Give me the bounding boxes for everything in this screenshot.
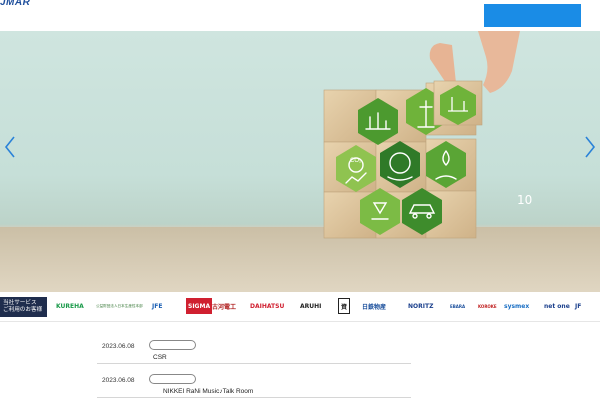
client-logo-jp-foundation[interactable]: 公益財団法人日本生産性本部 — [96, 298, 143, 314]
news-date: 2023.06.08 — [102, 377, 135, 384]
hero-slide-image: CO₂ — [0, 31, 600, 292]
client-logo-nippon-steel[interactable]: 日鉄物産 — [362, 298, 386, 314]
client-logo-aruhi[interactable]: ARUHI — [300, 298, 321, 314]
client-logo-jf[interactable]: JF — [575, 298, 581, 314]
client-logos-strip: 当社サービス ご利用のお客様 KUREHA 公益財団法人日本生産性本部 JFE SIG… — [0, 292, 600, 322]
client-logo-daihatsu[interactable]: DAIHATSU — [250, 298, 284, 314]
hero-carousel: CO₂ 10 — [0, 31, 600, 292]
news-date: 2023.06.08 — [102, 343, 135, 350]
news-item[interactable]: 2023.06.08 NIKKEI RaNi Music♪Talk Room — [97, 367, 411, 398]
news-category-tag — [149, 340, 196, 350]
news-list: 2023.06.08 CSR 2023.06.08 NIKKEI RaNi Mu… — [97, 333, 411, 400]
page: JMAR CO₂ 10 当社サービス ご利用のお客様 KUREHA 公益財団法人… — [0, 0, 600, 400]
client-logo-koroke[interactable]: KOROKE — [478, 298, 497, 314]
client-logo-shiseido-seal[interactable]: 資 — [338, 298, 351, 314]
client-logo-ebara[interactable]: EBARA — [450, 298, 465, 314]
client-logo-sumitomo[interactable]: SIGMA — [186, 298, 213, 314]
client-logo-KUREHA[interactable]: KUREHA — [56, 298, 84, 314]
header-cta-button[interactable] — [484, 4, 581, 27]
carousel-next-arrow-icon[interactable] — [583, 135, 597, 159]
client-logo-furukawa[interactable]: 古河電工 — [212, 298, 236, 314]
news-title: NIKKEI RaNi Music♪Talk Room — [163, 388, 254, 395]
client-logo-jfe[interactable]: JFE — [152, 298, 162, 314]
news-title: CSR — [153, 354, 167, 361]
clients-tab-line1: 当社サービス — [3, 300, 37, 306]
clients-tab[interactable]: 当社サービス ご利用のお客様 — [0, 297, 47, 317]
client-logo-noritz[interactable]: NORITZ — [408, 298, 433, 314]
clients-tab-line2: ご利用のお客様 — [3, 307, 43, 313]
site-header: JMAR — [0, 0, 600, 31]
client-logo-sysmex[interactable]: sysmex — [504, 298, 529, 314]
svg-text:CO₂: CO₂ — [350, 158, 362, 164]
slide-counter: 10 — [517, 193, 533, 207]
news-item[interactable]: 2023.06.08 CSR — [97, 333, 411, 364]
client-logo-netone[interactable]: net one — [544, 298, 570, 314]
news-category-tag — [149, 374, 196, 384]
site-logo[interactable]: JMAR — [0, 0, 30, 8]
carousel-prev-arrow-icon[interactable] — [3, 135, 17, 159]
